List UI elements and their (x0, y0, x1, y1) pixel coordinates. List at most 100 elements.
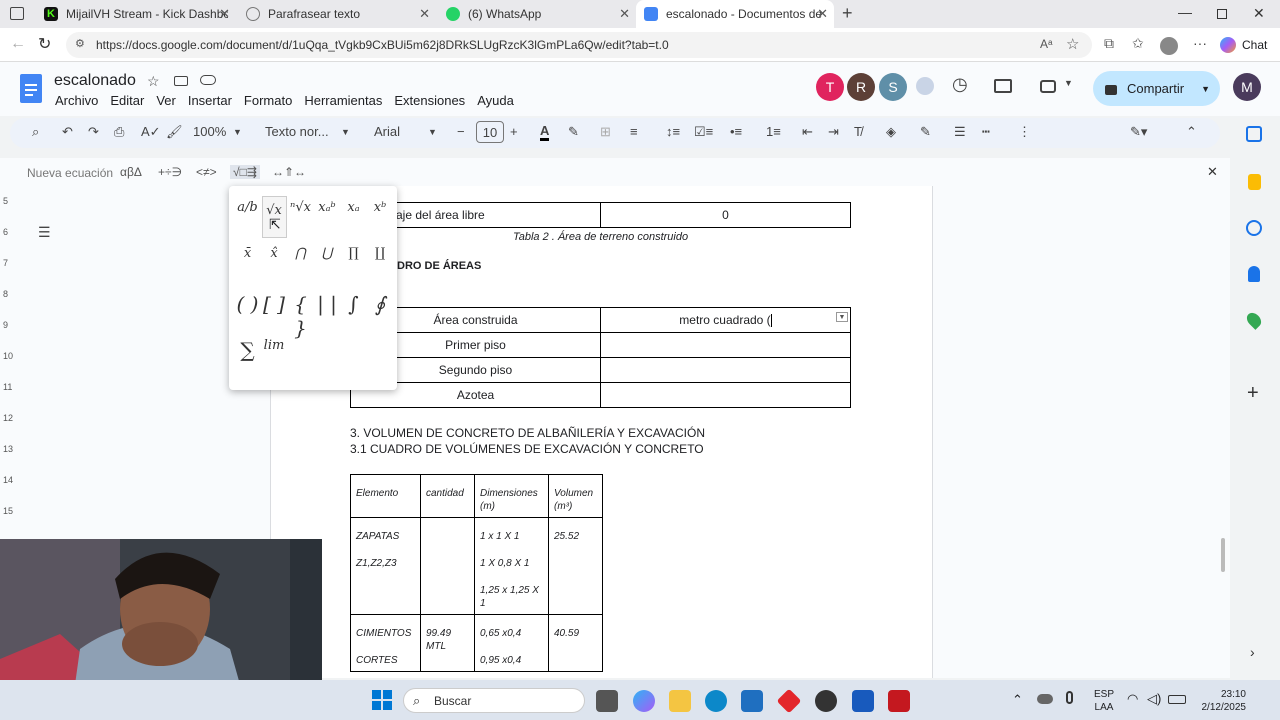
braces-button[interactable]: { } (288, 292, 313, 340)
absolute-value-button[interactable]: | | (315, 292, 340, 316)
wifi-icon[interactable]: ◠ (1127, 691, 1138, 707)
copilot-icon[interactable] (633, 690, 655, 712)
menu-extensiones[interactable]: Extensiones (394, 93, 465, 108)
relations-menu[interactable]: <≠> (196, 165, 217, 179)
table-cell[interactable]: ZAPATAS Z1,Z2,Z3 (350, 517, 421, 615)
expand-panel-icon[interactable]: › (1250, 644, 1255, 660)
hat-button[interactable]: x̂ (262, 246, 287, 261)
table-cell[interactable] (600, 382, 851, 408)
greek-letters-menu[interactable]: αβΔ (120, 165, 142, 179)
profile-icon[interactable] (1160, 37, 1178, 55)
arrows-menu[interactable]: ↔⇑↔ (272, 165, 306, 179)
redo-icon[interactable]: ↷ (88, 124, 99, 140)
menu-editar[interactable]: Editar (110, 93, 144, 108)
more-options-icon[interactable]: ⋮ (1018, 124, 1031, 140)
table-cell[interactable] (600, 332, 851, 358)
decrease-indent-icon[interactable]: ⇤ (802, 124, 813, 140)
meet-dropdown-icon[interactable]: ▼ (1064, 78, 1073, 88)
share-button[interactable]: Compartir ▼ (1093, 71, 1220, 106)
sub-superscript-button[interactable]: xₐᵇ (315, 200, 340, 215)
cell-menu-icon[interactable]: ▼ (836, 312, 848, 322)
file-explorer-icon[interactable] (669, 690, 691, 712)
spellcheck-icon[interactable]: A✓ (141, 124, 161, 140)
table-cell[interactable]: 40.59 (548, 614, 603, 672)
close-window-icon[interactable]: ✕ (1253, 5, 1265, 22)
paint-format-icon[interactable]: 🖌 (166, 124, 183, 140)
move-folder-icon[interactable] (174, 76, 188, 86)
style-select[interactable]: Texto nor... (265, 124, 329, 139)
align-icon[interactable]: ≡ (630, 124, 638, 139)
math-operations-menu[interactable]: √□⇶ (230, 165, 260, 179)
contacts-icon[interactable] (1248, 266, 1260, 282)
clear-format-icon[interactable]: T̸ (854, 124, 862, 139)
extensions-icon[interactable]: ⧉ (1104, 35, 1114, 52)
print-icon[interactable]: ⎙ (114, 124, 124, 140)
share-dropdown-icon[interactable]: ▼ (1201, 84, 1210, 94)
history-icon[interactable]: ◷ (952, 74, 968, 95)
table-cell[interactable]: 0,65 x0,4 0,95 x0,4 (474, 614, 549, 672)
onedrive-icon[interactable] (1037, 694, 1053, 704)
insert-link-icon[interactable]: ⊞ (600, 124, 611, 140)
table-cell[interactable]: cantidad (420, 474, 475, 518)
task-view-icon[interactable] (596, 690, 618, 712)
keep-icon[interactable] (1248, 174, 1261, 190)
language-indicator[interactable]: ESP LAA (1094, 688, 1114, 714)
windows-start-icon[interactable] (372, 690, 392, 710)
maximize-icon[interactable] (1217, 9, 1227, 19)
battery-icon[interactable] (1168, 695, 1186, 704)
meet-icon[interactable] (1040, 80, 1056, 93)
tray-chevron-icon[interactable]: ⌃ (1012, 692, 1023, 708)
table-cell[interactable]: 1 x 1 X 1 1 X 0,8 X 1 1,25 x 1,25 X 1 (474, 517, 549, 615)
reload-icon[interactable]: ↻ (38, 34, 51, 54)
menu-ver[interactable]: Ver (156, 93, 176, 108)
clock[interactable]: 23:10 2/12/2025 (1196, 688, 1247, 714)
menu-insertar[interactable]: Insertar (188, 93, 232, 108)
coproduct-button[interactable]: ∐ (368, 246, 393, 261)
menu-formato[interactable]: Formato (244, 93, 292, 108)
edge-icon[interactable] (705, 690, 727, 712)
autocad-icon[interactable] (888, 690, 910, 712)
font-size-field[interactable]: 10 (476, 121, 504, 143)
microphone-icon[interactable] (1066, 691, 1073, 704)
menu-ayuda[interactable]: Ayuda (477, 93, 514, 108)
table-cell[interactable]: 99.49 MTL (420, 614, 475, 672)
nth-root-button[interactable]: ⁿ√x (288, 200, 313, 215)
new-tab-icon[interactable]: + (842, 3, 853, 24)
decrease-font-icon[interactable]: − (457, 124, 465, 139)
new-equation-button[interactable]: Nueva ecuación (27, 166, 113, 180)
editing-mode-icon[interactable]: ✎▾ (1130, 124, 1147, 140)
read-aloud-icon[interactable]: Aᵃ (1040, 37, 1052, 51)
table-cell[interactable]: Volumen (m³) (548, 474, 603, 518)
table-cell[interactable]: 0 (600, 202, 851, 228)
user-avatar[interactable]: M (1233, 73, 1261, 101)
undo-icon[interactable]: ↶ (62, 124, 73, 140)
increase-indent-icon[interactable]: ⇥ (828, 124, 839, 140)
menu-archivo[interactable]: Archivo (55, 93, 98, 108)
comments-icon[interactable] (994, 79, 1012, 93)
search-icon[interactable]: ⌕ (32, 124, 39, 140)
border-color-icon[interactable]: ✎ (920, 124, 931, 140)
collaborator-avatar[interactable]: S (879, 73, 907, 101)
close-icon[interactable]: ✕ (619, 6, 630, 22)
overline-button[interactable]: x̄ (235, 246, 260, 261)
border-dash-icon[interactable]: ┅ (982, 124, 990, 140)
activity-icon[interactable] (916, 77, 934, 95)
doc-title[interactable]: escalonado (54, 72, 136, 90)
collapse-menu-icon[interactable]: ⌃ (1186, 124, 1197, 140)
fill-color-icon[interactable]: ◈ (886, 124, 896, 140)
favorites-icon[interactable]: ✩ (1132, 35, 1144, 52)
favorite-icon[interactable]: ☆ (1066, 35, 1079, 53)
product-button[interactable]: ∏ (341, 246, 366, 261)
add-addon-icon[interactable]: + (1247, 382, 1259, 405)
table-cell[interactable]: metro cuadrado (▼ (600, 307, 851, 333)
app-circle-icon[interactable] (815, 690, 837, 712)
url-field[interactable]: ⚙ https://docs.google.com/document/d/1uQ… (66, 32, 1092, 58)
increase-font-icon[interactable]: + (510, 124, 518, 139)
site-info-icon[interactable]: ⚙ (75, 37, 85, 50)
border-width-icon[interactable]: ☰ (954, 124, 966, 140)
line-spacing-icon[interactable]: ↕≡ (666, 124, 680, 139)
checklist-icon[interactable]: ☑≡ (694, 124, 713, 140)
maps-icon[interactable] (1244, 310, 1264, 330)
bullet-list-icon[interactable]: •≡ (730, 124, 742, 139)
minimize-icon[interactable]: — (1178, 4, 1192, 20)
